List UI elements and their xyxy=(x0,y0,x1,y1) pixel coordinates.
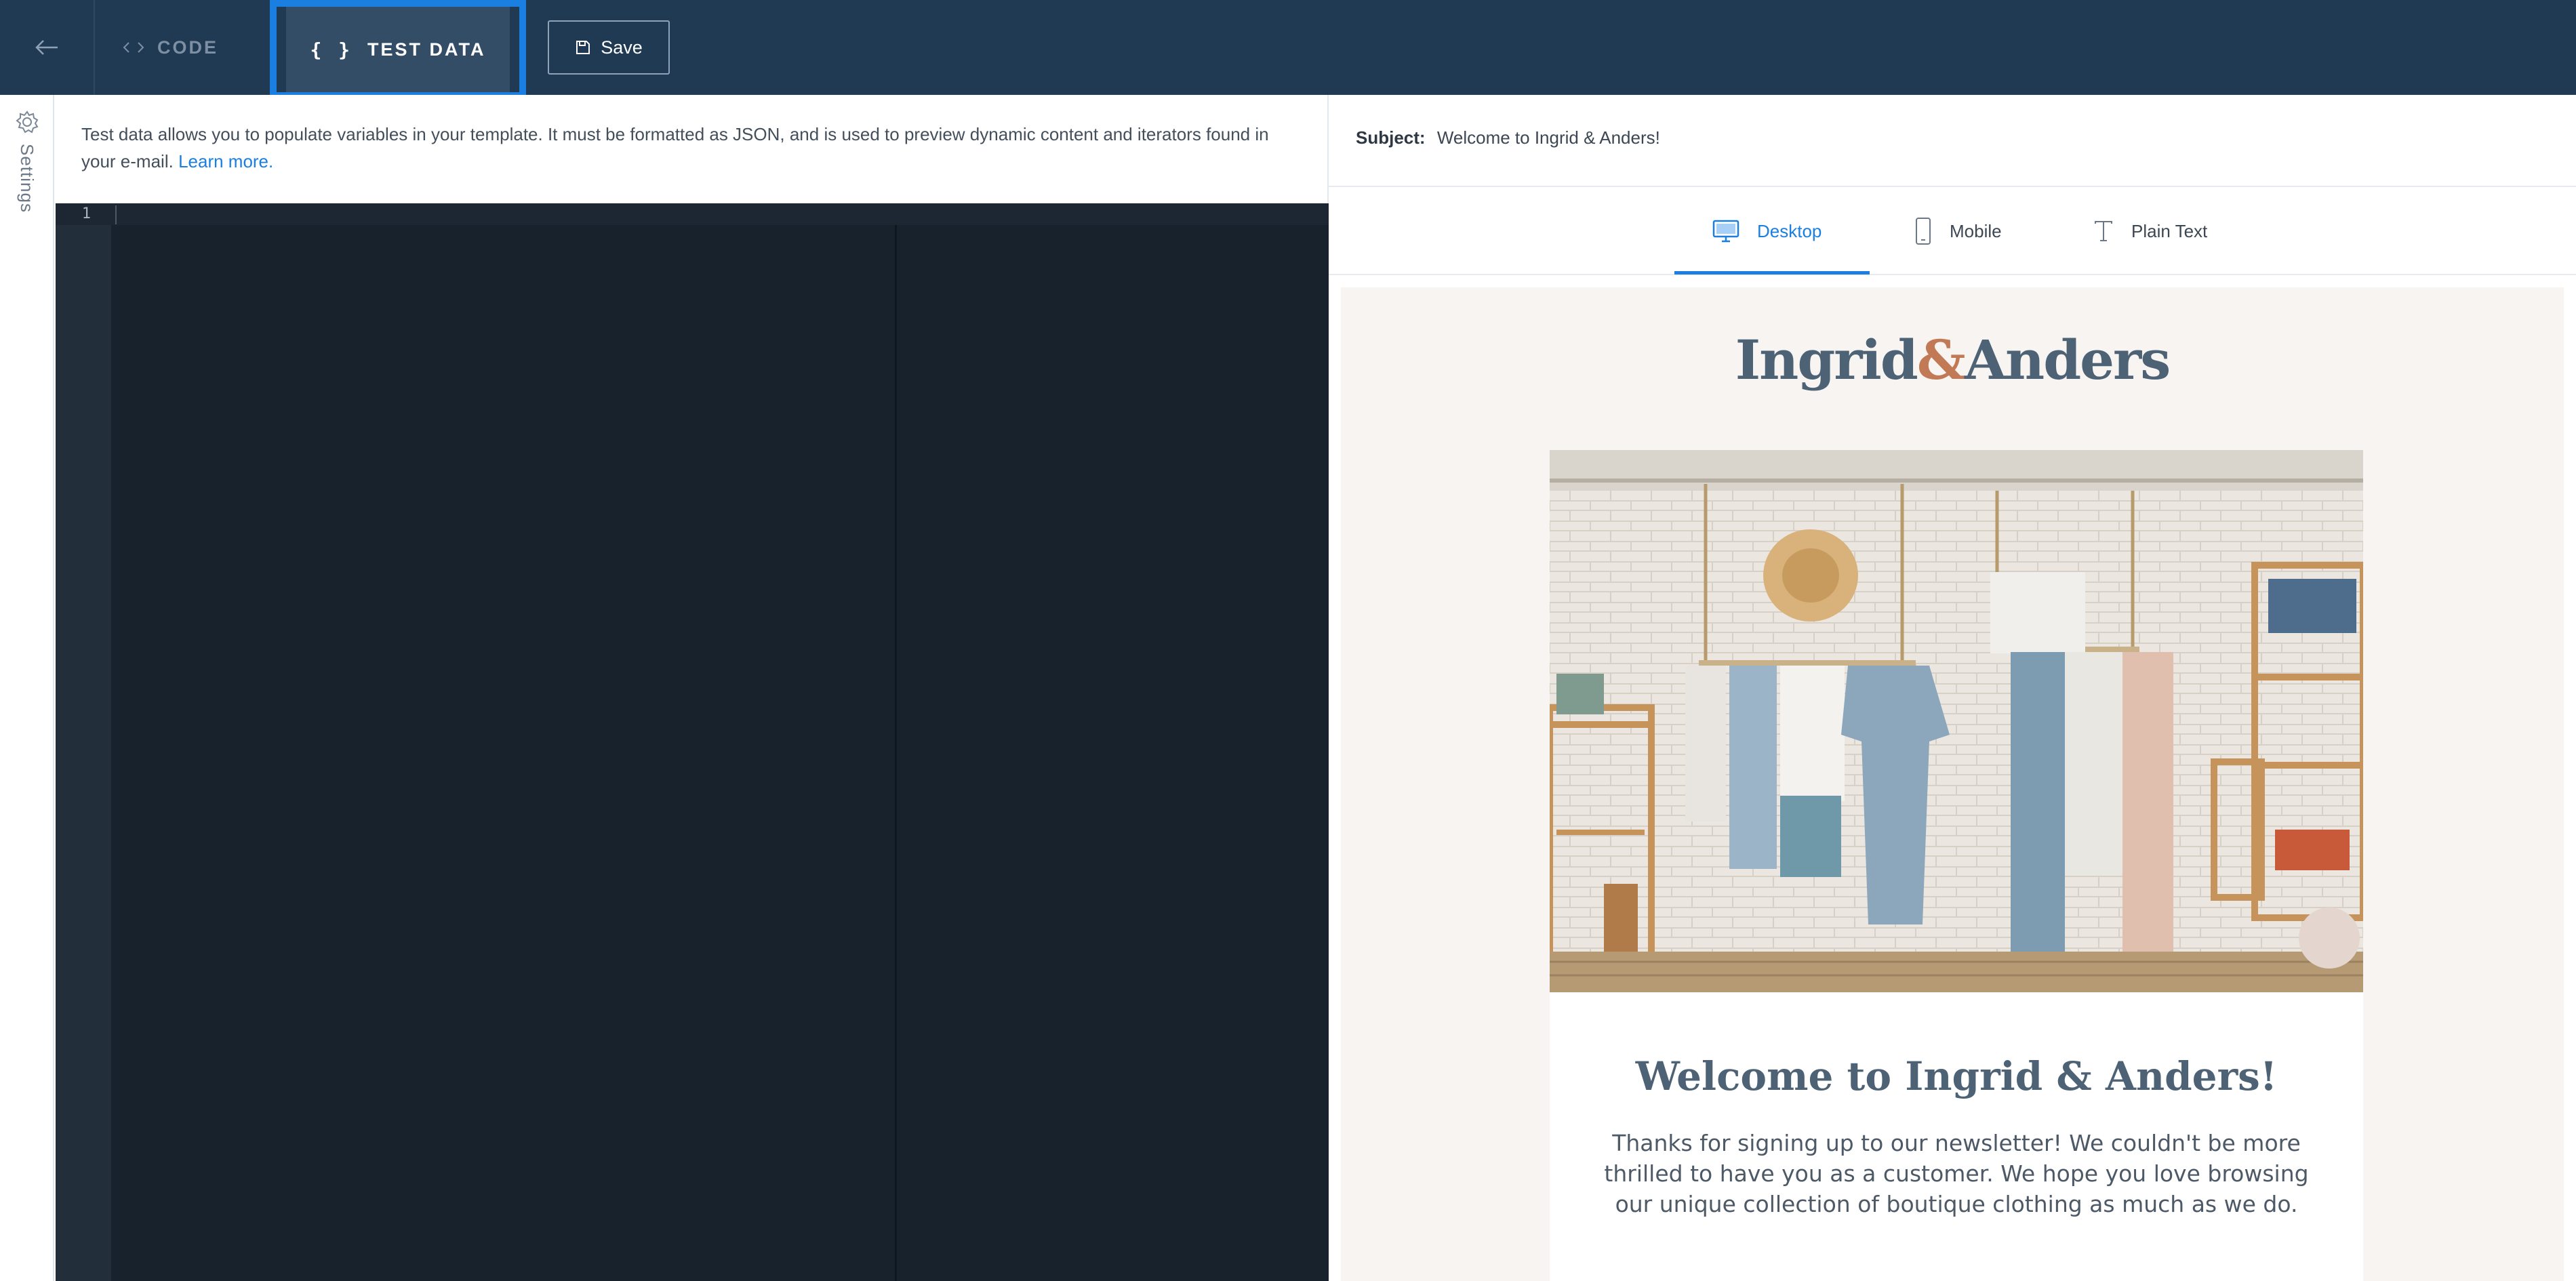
hero-image xyxy=(1550,450,2363,992)
tab-plain-text[interactable]: Plain Text xyxy=(2093,187,2207,275)
desktop-icon xyxy=(1712,220,1739,243)
settings-rail[interactable]: Settings xyxy=(0,95,54,1281)
tab-test-data[interactable]: { } TEST DATA xyxy=(270,0,526,99)
back-arrow-icon xyxy=(35,40,58,55)
email-body: Thanks for signing up to our newsletter!… xyxy=(1604,1130,2309,1217)
mobile-icon xyxy=(1916,218,1931,245)
email-preview: Ingrid&Anders Welcome to Ingrid & Anders… xyxy=(1341,287,2564,1281)
tab-plain-text-label: Plain Text xyxy=(2131,220,2208,241)
save-icon xyxy=(576,41,590,54)
subject-line: Subject: Welcome to Ingrid & Anders! xyxy=(1329,95,2576,187)
text-icon xyxy=(2095,221,2112,241)
device-tabs: Desktop Mobile Plain Text xyxy=(1329,187,2576,275)
learn-more-link[interactable]: Learn more. xyxy=(178,151,273,171)
settings-label: Settings xyxy=(17,144,37,213)
brand-ampersand: & xyxy=(1916,328,1966,392)
top-bar: CODE { } TEST DATA Save xyxy=(0,0,2576,99)
gear-icon xyxy=(16,110,39,134)
brand-logo: Ingrid&Anders xyxy=(1341,328,2564,392)
tab-desktop-label: Desktop xyxy=(1757,220,1822,241)
line-number: 1 xyxy=(81,205,91,222)
email-title: Welcome to Ingrid & Anders! xyxy=(1635,1053,2278,1099)
back-button[interactable] xyxy=(0,0,95,95)
editor-gutter xyxy=(56,203,111,1281)
brand-name-first: Ingrid xyxy=(1735,328,1918,392)
save-button-label: Save xyxy=(601,37,643,58)
tab-mobile-label: Mobile xyxy=(1950,220,2002,241)
active-tab-underline xyxy=(1674,271,1870,274)
json-editor[interactable]: 1 xyxy=(56,203,1329,1281)
editor-cursor xyxy=(115,205,117,224)
email-content-card: Welcome to Ingrid & Anders! Thanks for s… xyxy=(1550,992,2363,1281)
brand-name-second: Anders xyxy=(1964,328,2171,392)
editor-description: Test data allows you to populate variabl… xyxy=(56,95,1329,203)
tab-mobile[interactable]: Mobile xyxy=(1914,187,2002,275)
subject-value: Welcome to Ingrid & Anders! xyxy=(1436,127,1660,148)
subject-label: Subject: xyxy=(1356,127,1426,148)
braces-icon: { } xyxy=(310,38,353,61)
tab-code-label: CODE xyxy=(157,37,219,58)
print-margin xyxy=(895,225,897,1281)
editor-active-line xyxy=(56,203,1329,225)
tab-test-data-label: TEST DATA xyxy=(367,39,486,60)
code-icon xyxy=(123,42,144,53)
tab-code[interactable]: CODE xyxy=(122,0,218,95)
save-button[interactable]: Save xyxy=(548,20,670,75)
preview-pane: Subject: Welcome to Ingrid & Anders! Des… xyxy=(1329,95,2576,1281)
tab-test-data-content: { } TEST DATA xyxy=(310,39,485,61)
tab-desktop[interactable]: Desktop xyxy=(1712,187,1822,275)
